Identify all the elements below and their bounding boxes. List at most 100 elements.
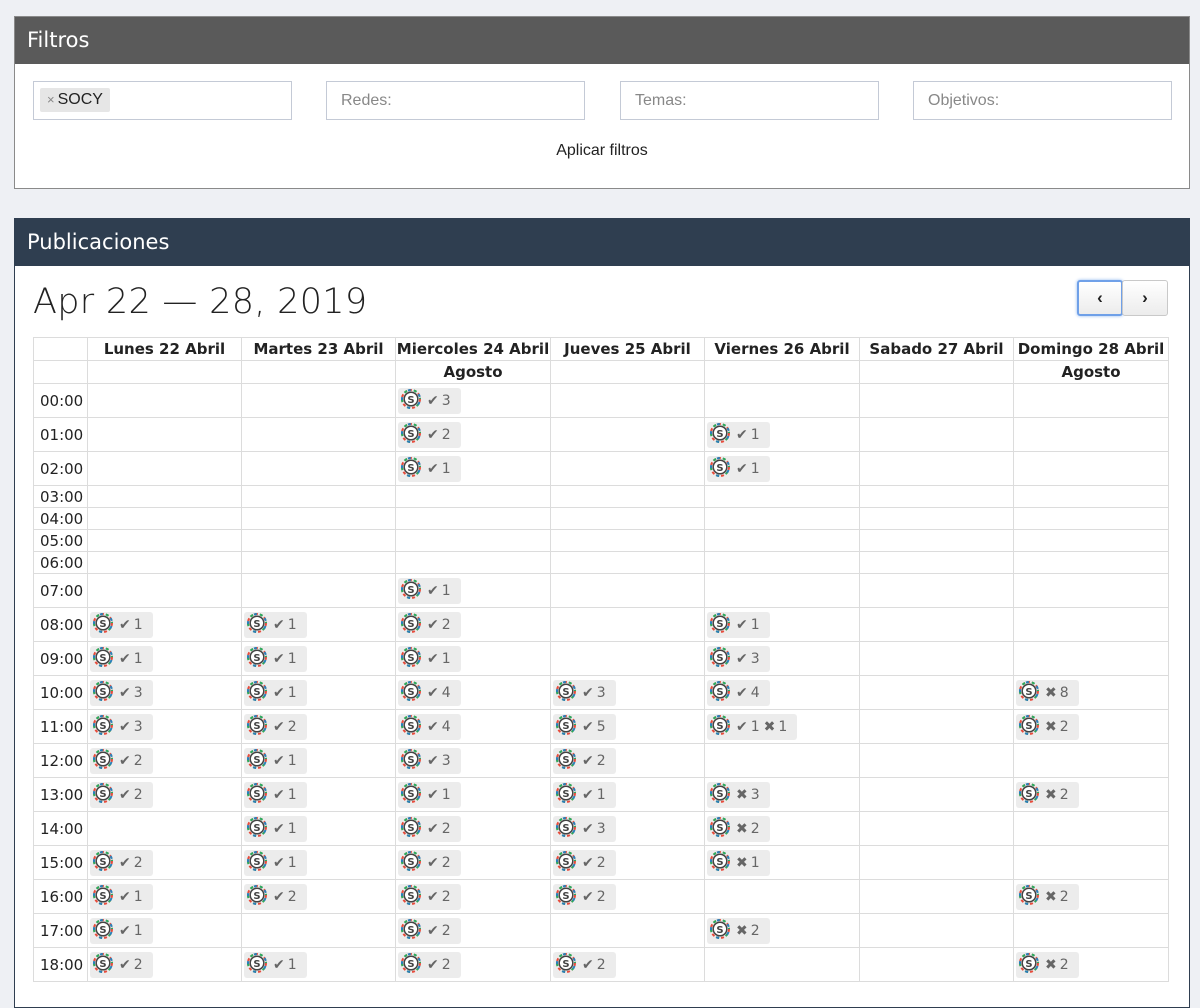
publication-badge[interactable]: S ✔ 2 [398, 421, 461, 448]
calendar-cell[interactable]: S ✔ 1 [241, 641, 396, 676]
calendar-cell[interactable] [859, 675, 1014, 710]
calendar-cell[interactable] [704, 743, 860, 778]
calendar-cell[interactable] [859, 709, 1014, 744]
calendar-cell[interactable] [704, 507, 860, 530]
calendar-cell[interactable] [87, 811, 242, 846]
calendar-cell[interactable] [550, 641, 705, 676]
calendar-cell[interactable]: S ✔ 1 [395, 777, 551, 812]
publication-badge[interactable]: S ✔ 3 [553, 679, 616, 706]
publication-badge[interactable]: S ✔ 1 [553, 781, 616, 808]
calendar-cell[interactable] [395, 507, 551, 530]
redes-filter-input[interactable]: Redes: [326, 81, 585, 120]
publication-badge[interactable]: S ✔ 1 [244, 611, 307, 638]
calendar-cell[interactable] [87, 551, 242, 574]
calendar-cell[interactable] [704, 485, 860, 508]
calendar-cell[interactable]: S ✔ 2 [241, 879, 396, 914]
calendar-cell[interactable]: S ✔ 2 [395, 811, 551, 846]
calendar-cell[interactable]: S ✔ 3 [395, 743, 551, 778]
calendar-cell[interactable] [550, 529, 705, 552]
calendar-cell[interactable] [859, 529, 1014, 552]
publication-badge[interactable]: S ✔ 2 [398, 917, 461, 944]
calendar-cell[interactable]: S ✔ 3 [550, 811, 705, 846]
calendar-cell[interactable] [859, 811, 1014, 846]
publication-badge[interactable]: S ✖ 3 [707, 781, 770, 808]
calendar-cell[interactable]: S ✔ 4 [395, 675, 551, 710]
calendar-cell[interactable]: S ✔ 5 [550, 709, 705, 744]
publication-badge[interactable]: S ✔ 2 [553, 747, 616, 774]
calendar-cell[interactable] [859, 383, 1014, 418]
calendar-cell[interactable]: S ✔ 4 [704, 675, 860, 710]
publication-badge[interactable]: S ✔ 1 [707, 455, 770, 482]
publication-badge[interactable]: S ✖ 2 [1016, 883, 1079, 910]
calendar-cell[interactable]: S ✔ 1 [704, 607, 860, 642]
calendar-cell[interactable] [241, 451, 396, 486]
calendar-cell[interactable] [704, 529, 860, 552]
calendar-cell[interactable] [859, 573, 1014, 608]
publication-badge[interactable]: S ✔ 2 [398, 849, 461, 876]
publication-badge[interactable]: S ✔ 1 [244, 781, 307, 808]
publication-badge[interactable]: S ✔ 1 [244, 815, 307, 842]
calendar-cell[interactable] [1013, 529, 1169, 552]
prev-week-button[interactable]: ‹ [1077, 280, 1123, 316]
publication-badge[interactable]: S ✔ 1 [90, 645, 153, 672]
calendar-cell[interactable] [550, 607, 705, 642]
calendar-cell[interactable]: S ✔ 1 [704, 451, 860, 486]
calendar-cell[interactable] [87, 573, 242, 608]
publication-badge[interactable]: S ✖ 2 [1016, 781, 1079, 808]
calendar-cell[interactable]: S ✔ 1 [87, 879, 242, 914]
calendar-cell[interactable]: S ✔ 2 [395, 879, 551, 914]
publication-badge[interactable]: S ✔ 2 [244, 713, 307, 740]
publication-badge[interactable]: S ✔ 2 [398, 883, 461, 910]
publication-badge[interactable]: S ✖ 8 [1016, 679, 1079, 706]
calendar-cell[interactable] [87, 383, 242, 418]
calendar-cell[interactable] [1013, 743, 1169, 778]
calendar-cell[interactable] [395, 551, 551, 574]
calendar-cell[interactable] [1013, 507, 1169, 530]
publication-badge[interactable]: S ✔ 1 [244, 849, 307, 876]
calendar-cell[interactable] [859, 485, 1014, 508]
temas-filter-input[interactable]: Temas: [620, 81, 879, 120]
calendar-cell[interactable]: S ✔ 2 [395, 607, 551, 642]
calendar-cell[interactable]: S ✔ 2 [550, 947, 705, 982]
publication-badge[interactable]: S ✔ 1 [398, 781, 461, 808]
calendar-cell[interactable]: S ✖ 2 [1013, 709, 1169, 744]
calendar-cell[interactable] [550, 451, 705, 486]
calendar-cell[interactable]: S ✔ 2 [87, 777, 242, 812]
publication-badge[interactable]: S ✔ 2 [90, 849, 153, 876]
calendar-cell[interactable]: S ✖ 3 [704, 777, 860, 812]
publication-badge[interactable]: S ✔ 2 [90, 951, 153, 978]
calendar-cell[interactable] [550, 573, 705, 608]
calendar-cell[interactable]: S ✔ 1 [241, 777, 396, 812]
calendar-cell[interactable] [1013, 641, 1169, 676]
publication-badge[interactable]: S ✔ 1 [707, 421, 770, 448]
calendar-cell[interactable]: S ✖ 2 [704, 913, 860, 948]
calendar-cell[interactable] [241, 417, 396, 452]
calendar-cell[interactable] [859, 947, 1014, 982]
publication-badge[interactable]: S ✔ 1 [90, 611, 153, 638]
calendar-cell[interactable] [859, 777, 1014, 812]
calendar-cell[interactable] [1013, 383, 1169, 418]
calendar-cell[interactable]: S ✖ 8 [1013, 675, 1169, 710]
calendar-cell[interactable] [241, 507, 396, 530]
calendar-cell[interactable]: S ✔ 1 [395, 573, 551, 608]
publication-badge[interactable]: S ✔ 3 [707, 645, 770, 672]
calendar-cell[interactable]: S ✔ 2 [395, 845, 551, 880]
calendar-cell[interactable] [1013, 551, 1169, 574]
calendar-cell[interactable] [550, 507, 705, 530]
calendar-cell[interactable]: S ✔ 2 [395, 947, 551, 982]
publication-badge[interactable]: S ✔ 1 [707, 611, 770, 638]
calendar-cell[interactable]: S ✔ 3 [704, 641, 860, 676]
publication-badge[interactable]: S ✔ 2 [553, 951, 616, 978]
calendar-cell[interactable]: S ✔ 1 [395, 451, 551, 486]
publication-badge[interactable]: S ✔ 2 [553, 849, 616, 876]
calendar-cell[interactable] [704, 879, 860, 914]
calendar-cell[interactable] [1013, 485, 1169, 508]
publication-badge[interactable]: S ✔ 2 [398, 611, 461, 638]
publication-badge[interactable]: S ✖ 1 [707, 849, 770, 876]
calendar-cell[interactable]: S ✔ 1 [241, 845, 396, 880]
calendar-cell[interactable] [241, 913, 396, 948]
calendar-cell[interactable] [87, 451, 242, 486]
calendar-cell[interactable] [859, 845, 1014, 880]
calendar-cell[interactable] [241, 485, 396, 508]
publication-badge[interactable]: S ✔ 1 ✖ 1 [707, 713, 798, 740]
